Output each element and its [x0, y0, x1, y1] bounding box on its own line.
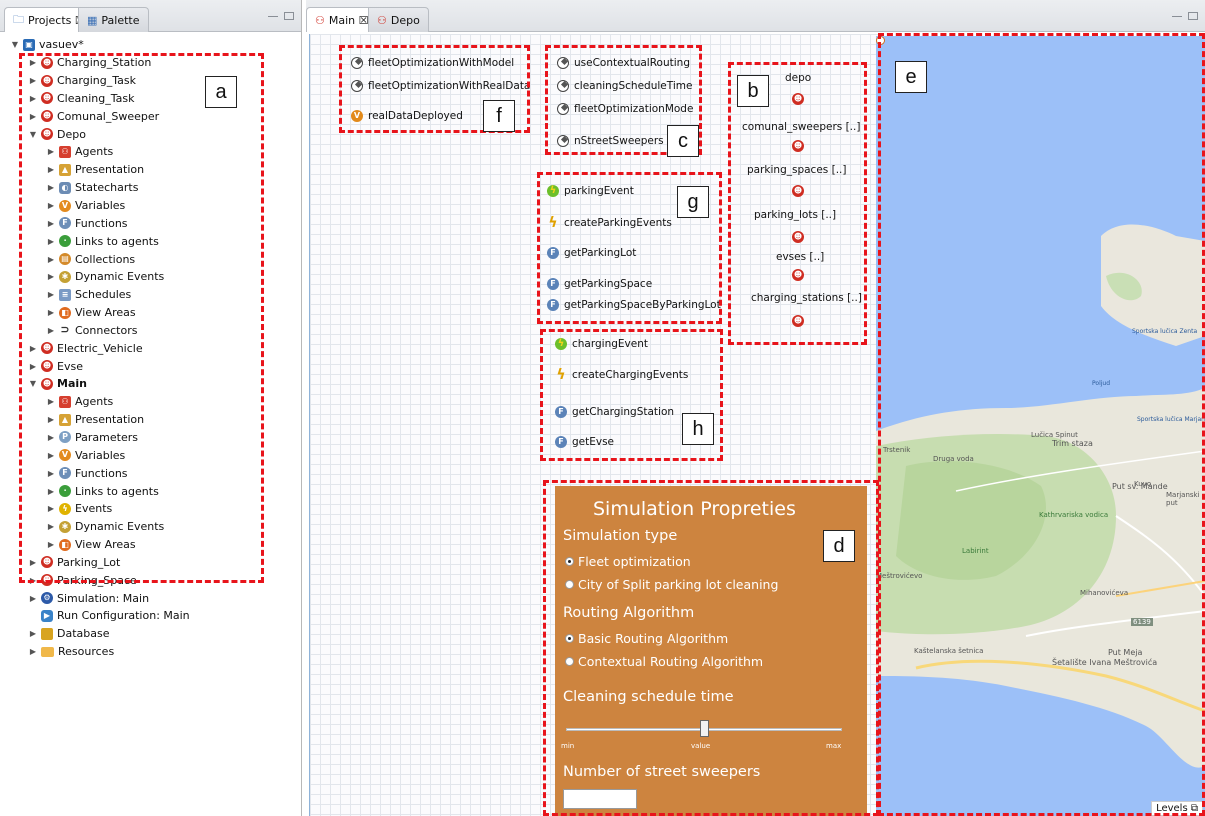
tree-item[interactable]: ▶ Run Configuration: Main [0, 607, 300, 625]
tree-item-label: Run Configuration: Main [57, 609, 190, 623]
maximize-icon[interactable] [284, 12, 294, 20]
expand-down-icon[interactable]: ▼ [10, 40, 20, 49]
tree-item[interactable]: ▼ ▣ vasuev* [0, 36, 300, 54]
tree-item[interactable]: ▶ Database [0, 625, 300, 643]
tab-main[interactable]: ⚇ Main ☒ [306, 7, 378, 32]
agent-icon: ⚇ [315, 13, 325, 27]
annotation-label-f: f [483, 100, 515, 132]
agent-icon: ⚇ [377, 13, 387, 27]
annotation-label-b: b [737, 75, 769, 107]
maximize-icon[interactable] [1188, 12, 1198, 20]
tab-depo[interactable]: ⚇ Depo [368, 7, 429, 32]
annotation-box-e [878, 33, 1205, 816]
expand-right-icon[interactable]: ▶ [28, 629, 38, 638]
expand-right-icon[interactable]: ▶ [28, 647, 38, 656]
tab-palette-label: Palette [101, 13, 140, 27]
minimize-icon[interactable] [268, 16, 278, 19]
annotation-label-g: g [677, 186, 709, 218]
projects-icon: 🗀 [13, 12, 24, 26]
annotation-label-c: c [667, 125, 699, 157]
annotation-label-h: h [682, 413, 714, 445]
tab-palette[interactable]: ▦ Palette [78, 7, 149, 32]
folder-icon [41, 646, 54, 657]
tab-depo-label: Depo [390, 13, 420, 27]
model-icon: ▣ [23, 38, 35, 51]
tree-item-label: vasuev* [39, 38, 84, 52]
sim-icon: ⚙ [41, 592, 53, 605]
tree-item-label: Resources [58, 645, 115, 659]
tree-item[interactable]: ▶ ⚙ Simulation: Main [0, 589, 300, 607]
editor-tabbar: ⚇ Main ☒ ⚇ Depo [306, 0, 1205, 32]
annotation-label-a: a [205, 76, 237, 108]
minimize-icon[interactable] [1172, 16, 1182, 19]
db-icon [41, 627, 53, 640]
run-icon: ▶ [41, 609, 53, 622]
tab-projects-label: Projects ☒ [28, 13, 85, 27]
annotation-box-a [19, 53, 264, 583]
palette-icon: ▦ [87, 13, 98, 27]
expand-right-icon[interactable]: ▶ [28, 594, 38, 603]
tree-item-label: Database [57, 627, 110, 641]
annotation-label-e: e [895, 61, 927, 93]
tree-item-label: Simulation: Main [57, 591, 150, 605]
annotation-label-d: d [823, 530, 855, 562]
tab-main-label: Main ☒ [328, 13, 369, 27]
projects-tabbar: 🗀 Projects ☒ ▦ Palette [0, 0, 301, 32]
tree-item[interactable]: ▶ Resources [0, 643, 300, 661]
